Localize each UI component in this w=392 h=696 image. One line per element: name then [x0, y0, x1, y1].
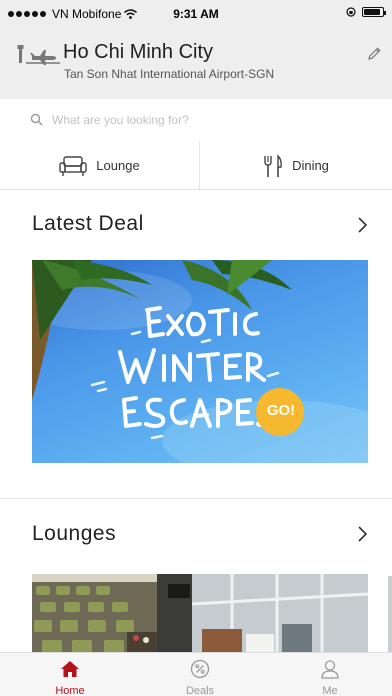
quick-links: Lounge Dining [0, 141, 392, 190]
lounges-chevron-right-icon[interactable] [356, 526, 368, 542]
next-lounge-card-peek[interactable] [388, 576, 392, 656]
tab-bar: Home Deals Me [0, 652, 392, 696]
percent-icon [190, 659, 210, 679]
tab-deals[interactable]: Deals [160, 653, 240, 696]
orientation-lock-icon [346, 7, 356, 17]
lounge-link[interactable]: Lounge [0, 141, 199, 190]
lounge-label: Lounge [96, 158, 140, 173]
app-screen: VN Mobifone 9:31 AM Ho Chi Minh City Tan… [0, 0, 392, 696]
dining-link[interactable]: Dining [200, 141, 392, 190]
latest-deal-title: Latest Deal [32, 212, 144, 235]
deal-banner-art [32, 260, 368, 463]
fork-knife-icon [264, 153, 282, 177]
home-icon [61, 661, 79, 677]
deal-go-badge: GO! [266, 402, 296, 419]
airport-icon [17, 45, 60, 65]
tab-me[interactable]: Me [290, 653, 370, 696]
location-selector[interactable]: Ho Chi Minh City Tan Son Nhat Internatio… [16, 40, 381, 84]
dining-label: Dining [292, 158, 329, 173]
lounge-card-image[interactable] [32, 574, 368, 656]
section-divider [0, 498, 392, 499]
search-icon [30, 113, 43, 126]
battery-icon [362, 7, 386, 17]
pencil-icon[interactable] [366, 46, 382, 62]
header: VN Mobifone 9:31 AM Ho Chi Minh City Tan… [0, 0, 392, 134]
city-name: Ho Chi Minh City [63, 41, 214, 63]
airport-name: Tan Son Nhat International Airport-SGN [64, 67, 275, 81]
lounge-photo [32, 574, 368, 656]
search-placeholder: What are you looking for? [52, 113, 189, 127]
tab-deals-label: Deals [185, 685, 215, 696]
latest-deal-chevron-right-icon[interactable] [356, 217, 368, 233]
tab-home-label: Home [55, 685, 85, 696]
user-icon [321, 660, 339, 679]
status-bar: VN Mobifone 9:31 AM [0, 0, 392, 28]
latest-deal-banner[interactable]: GO! [32, 260, 368, 463]
lounges-title: Lounges [32, 522, 117, 545]
search-input[interactable]: What are you looking for? [18, 106, 374, 134]
status-right [346, 7, 386, 17]
status-time: 9:31 AM [173, 7, 219, 21]
tab-me-label: Me [322, 685, 338, 696]
armchair-icon [59, 155, 87, 176]
tab-home[interactable]: Home [30, 653, 110, 696]
